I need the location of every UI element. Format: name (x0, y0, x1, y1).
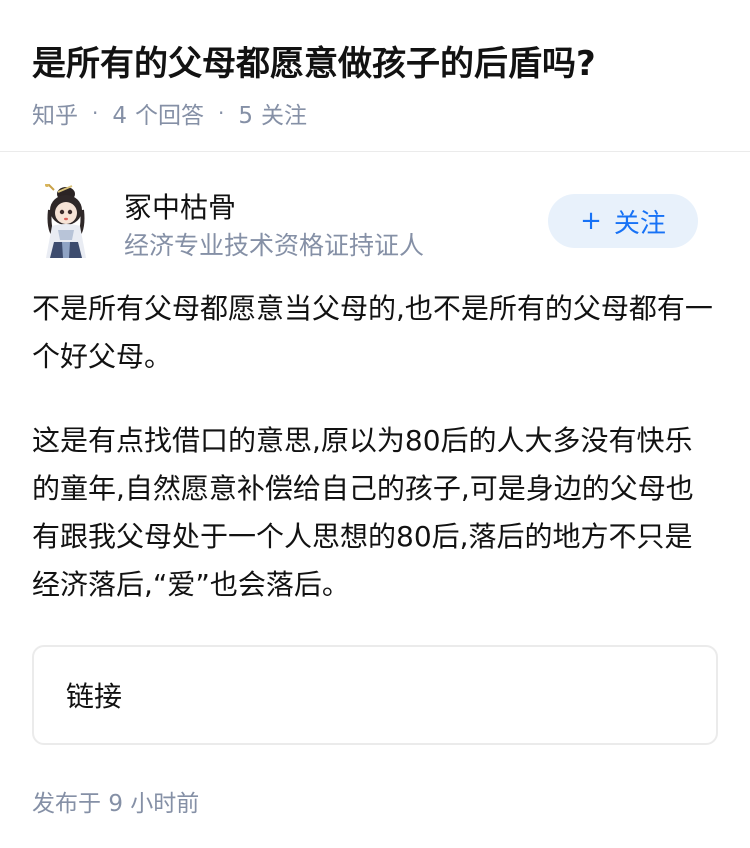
follow-count-label: 关注 (261, 103, 307, 129)
question-meta: 知乎 · 4 个回答 · 5 关注 (32, 96, 307, 130)
link-card[interactable]: 链接 (32, 645, 718, 745)
follow-count-link[interactable]: 5 关注 (238, 96, 307, 130)
meta-separator: · (92, 101, 99, 125)
avatar-icon[interactable] (36, 183, 96, 260)
plus-icon: + (580, 206, 602, 236)
follow-count: 5 (238, 103, 253, 129)
follow-button-label: 关注 (613, 208, 666, 239)
answer-paragraph: 这是有点找借口的意思,原以为80后的人大多没有快乐的童年,自然愿意补偿给自己的孩… (32, 424, 694, 601)
question-title[interactable]: 是所有的父母都愿意做孩子的后盾吗? (32, 36, 596, 85)
question-header: 是所有的父母都愿意做孩子的后盾吗? 知乎 · 4 个回答 · 5 关注 (0, 0, 750, 152)
answer-count-link[interactable]: 4 个回答 (112, 96, 204, 130)
author-name[interactable]: 冢中枯骨 (124, 186, 236, 226)
answer-count: 4 (112, 103, 127, 129)
meta-separator: · (218, 101, 225, 125)
link-card-label: 链接 (66, 680, 123, 713)
author-headline: 经济专业技术资格证持证人 (124, 231, 425, 260)
publish-time-value: 9 小时前 (108, 791, 200, 817)
answer-paragraph: 不是所有父母都愿意当父母的,也不是所有的父母都有一个好父母。 (32, 292, 713, 373)
author-row: 冢中枯骨 经济专业技术资格证持证人 + 关注 (32, 180, 718, 264)
source-link[interactable]: 知乎 (32, 96, 78, 130)
publish-time: 发布于 9 小时前 (32, 784, 199, 818)
publish-prefix: 发布于 (32, 791, 101, 817)
answer-count-label: 个回答 (135, 103, 204, 129)
answer-body: 不是所有父母都愿意当父母的,也不是所有的父母都有一个好父母。 这是有点找借口的意… (32, 285, 718, 645)
follow-button[interactable]: + 关注 (548, 194, 698, 248)
